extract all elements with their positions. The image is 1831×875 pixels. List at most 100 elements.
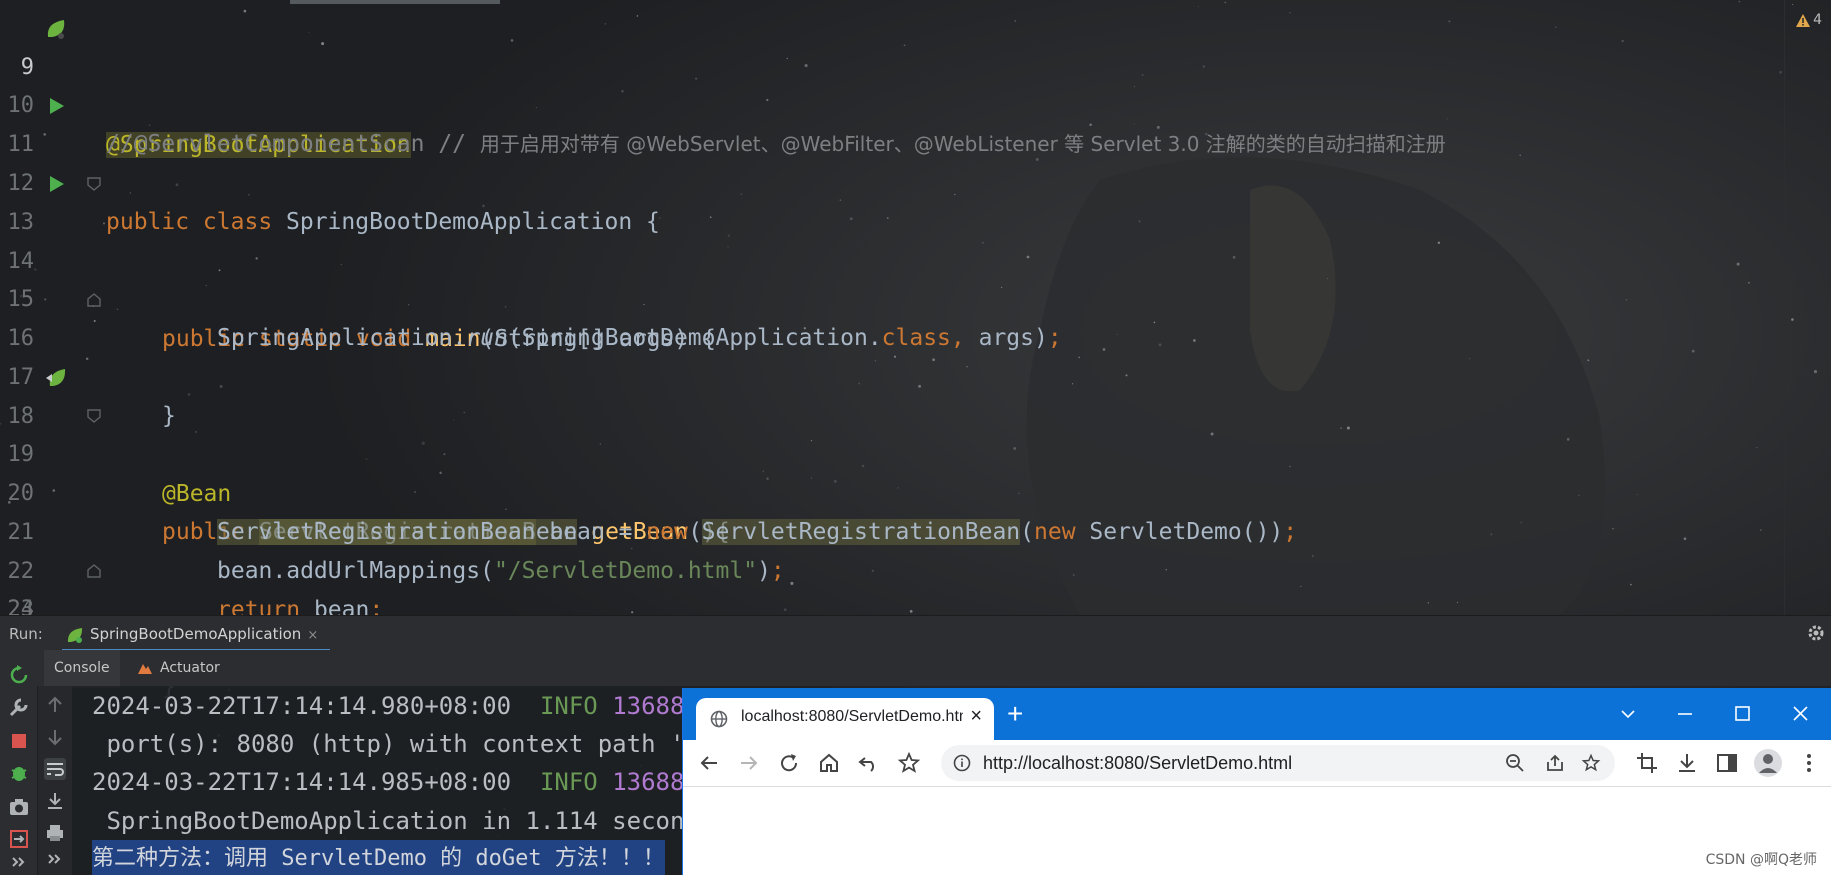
code-line-9[interactable]: 9 @SpringBootApplication	[0, 9, 1780, 158]
more-menu-icon[interactable]	[1797, 751, 1821, 775]
forward-icon[interactable]	[737, 751, 761, 775]
reload-icon[interactable]	[777, 751, 801, 775]
code-editor[interactable]: 4 9 @SpringBootApplication 10 //@Servlet…	[0, 0, 1831, 700]
actuator-icon	[138, 664, 152, 674]
bookmark-star-icon[interactable]	[897, 751, 921, 775]
spring-bean-icon[interactable]	[44, 17, 68, 41]
fold-icon[interactable]	[87, 177, 101, 191]
line-number: 24	[7, 597, 35, 615]
close-window-icon[interactable]	[1780, 696, 1820, 732]
zoom-out-icon[interactable]	[1505, 753, 1525, 773]
new-tab-button[interactable]: +	[1007, 700, 1023, 728]
warning-icon	[1796, 13, 1811, 27]
code-line-18[interactable]: 18 @Bean	[0, 358, 1780, 507]
code-line-13[interactable]: 13 public static void main(String[] args…	[0, 164, 1780, 352]
page-content[interactable]	[683, 787, 1831, 875]
tab-console[interactable]: Console	[44, 650, 120, 688]
minimize-icon[interactable]	[1665, 696, 1705, 732]
rerun-icon[interactable]	[8, 664, 30, 686]
side-panel-icon[interactable]	[1715, 751, 1739, 775]
tab-actuator-label: Actuator	[160, 660, 220, 676]
browser-tab-title: localhost:8080/ServletDemo.html	[741, 708, 963, 725]
console-line: 2024-03-22T17:14:14.980+08:00 INFO 13688	[92, 687, 684, 725]
info-icon[interactable]	[953, 754, 971, 772]
warnings-count: 4	[1813, 12, 1822, 28]
fold-icon[interactable]	[87, 409, 101, 423]
wrench-icon[interactable]	[8, 696, 30, 718]
address-bar[interactable]: http://localhost:8080/ServletDemo.html	[941, 745, 1615, 781]
camera-icon[interactable]	[8, 796, 30, 818]
console-line-selected: 第二种方法：调用 ServletDemo 的 doGet 方法！！！	[92, 840, 665, 875]
print-icon[interactable]	[44, 822, 66, 844]
run-subtabs: Console Actuator	[0, 650, 1831, 688]
console-line: 2024-03-22T17:14:14.985+08:00 INFO 13688	[92, 763, 684, 801]
stop-icon[interactable]	[8, 730, 30, 752]
down-arrow-icon[interactable]	[44, 726, 66, 748]
code-line-11[interactable]: 11 public class SpringBootDemoApplicatio…	[0, 86, 1780, 235]
log-level: INFO	[539, 692, 598, 720]
code-line-15[interactable]: 15 SpringApplication.run(SpringBootDemoA…	[0, 241, 1780, 351]
url-text: http://localhost:8080/ServletDemo.html	[983, 753, 1293, 773]
log-text: port(s): 8080 (http) with context path '	[106, 730, 685, 758]
console-line: port(s): 8080 (http) with context path '	[92, 725, 684, 763]
code-line-10[interactable]: 10 //@ServletComponentScan // 用于启用对带有 @W…	[0, 47, 1780, 157]
maximize-icon[interactable]	[1722, 696, 1762, 732]
watermark-text: CSDN @啊Q老师	[1705, 852, 1817, 868]
soft-wrap-icon[interactable]	[44, 758, 66, 780]
tab-actuator[interactable]: Actuator	[132, 650, 220, 686]
scroll-to-end-icon[interactable]	[44, 790, 66, 812]
spring-boot-icon	[67, 628, 83, 643]
run-tab-title: SpringBootDemoApplication	[90, 625, 302, 643]
code-line-21[interactable]: 21 bean.addUrlMappings("/ServletDemo.htm…	[0, 474, 1780, 584]
run-config-tab[interactable]: SpringBootDemoApplication ×	[62, 621, 331, 652]
code-line-14[interactable]: 14	[0, 203, 1780, 274]
back-icon[interactable]	[697, 751, 721, 775]
gear-icon[interactable]	[1807, 624, 1825, 642]
exit-icon[interactable]	[8, 828, 30, 850]
console-line: SpringBootDemoApplication in 1.114 secon…	[92, 802, 699, 840]
code-line-17[interactable]: 17	[0, 319, 1780, 390]
log-pid: 13688	[612, 692, 685, 720]
browser-tab[interactable]: localhost:8080/ServletDemo.html ×	[696, 698, 994, 740]
code-line-23[interactable]: 23 }	[0, 551, 1780, 700]
fold-end-icon[interactable]	[87, 293, 101, 307]
fold-end-icon[interactable]	[87, 564, 101, 578]
up-arrow-icon[interactable]	[44, 694, 66, 716]
run-toolbar	[0, 650, 37, 875]
browser-window[interactable]: localhost:8080/ServletDemo.html × + http…	[682, 688, 1831, 875]
run-icon[interactable]	[44, 172, 68, 196]
undo-icon[interactable]	[857, 751, 881, 775]
run-label: Run:	[9, 625, 43, 643]
home-icon[interactable]	[817, 751, 841, 775]
run-panel-header: Run: SpringBootDemoApplication ×	[0, 615, 1831, 652]
editor-right-gutter: 4	[1784, 0, 1831, 615]
code-line-22[interactable]: 22 return bean;	[0, 513, 1780, 623]
code-line-12[interactable]: 12	[0, 125, 1780, 196]
chevron-down-icon[interactable]	[1608, 696, 1648, 732]
spring-bean-navigate-icon[interactable]	[44, 366, 68, 390]
download-icon[interactable]	[1675, 751, 1699, 775]
code-line-20[interactable]: 20 ServletRegistrationBean bean = new Se…	[0, 435, 1780, 545]
expand-more-icon[interactable]	[8, 855, 30, 869]
run-icon[interactable]	[44, 94, 68, 118]
profile-avatar-icon[interactable]	[1753, 748, 1783, 778]
expand-more-icon[interactable]	[44, 852, 66, 866]
share-icon[interactable]	[1545, 753, 1565, 773]
log-pid: 13688	[612, 768, 685, 796]
log-text: SpringBootDemoApplication in 1.114 secon…	[106, 807, 699, 835]
horizontal-scrollbar[interactable]	[290, 0, 500, 4]
code-line-16[interactable]: 16 }	[0, 280, 1780, 429]
star-icon[interactable]	[1581, 753, 1601, 773]
console-toolbar	[38, 686, 72, 875]
log-text: 第二种方法：调用 ServletDemo 的 doGet 方法！！！	[92, 846, 665, 871]
close-icon[interactable]: ×	[307, 628, 318, 643]
crop-icon[interactable]	[1635, 751, 1659, 775]
close-icon[interactable]: ×	[970, 705, 982, 728]
debug-icon[interactable]	[8, 762, 30, 784]
log-timestamp: 2024-03-22T17:14:14.980+08:00	[92, 692, 512, 720]
log-level: INFO	[539, 768, 598, 796]
browser-titlebar[interactable]: localhost:8080/ServletDemo.html × +	[683, 688, 1831, 740]
code-line-24[interactable]: 24 }	[0, 590, 1780, 615]
warnings-indicator[interactable]: 4	[1796, 12, 1822, 28]
code-line-19[interactable]: 19 public ServletRegistrationBean getBea…	[0, 396, 1780, 545]
